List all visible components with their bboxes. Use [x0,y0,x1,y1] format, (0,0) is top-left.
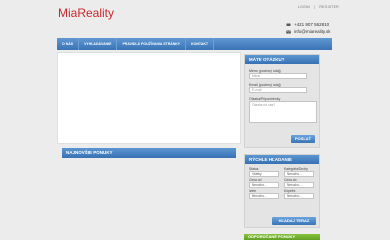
contact-form-title: MÁTE OTÁZKU? [245,55,319,64]
status-select[interactable]: Všetky [249,171,279,177]
nav-item-contact[interactable]: KONTAKT [186,38,214,50]
search-now-button[interactable]: HĽADAJ TERAZ [272,217,316,225]
price-from-field: Cena od Nerozho... [249,178,280,188]
login-link[interactable]: LOGIN [298,5,310,9]
email-address[interactable]: info@miareality.sk [294,28,331,35]
main-nav: O NÁS VYHĽADÁVANIE PRAVIDLÁ POUŽÍVANIA S… [57,38,332,50]
quick-search-box: RÝCHLE HĽADANIE Status Všetky Kategória/… [244,154,320,228]
contact-info: +421 907 562810 info@miareality.sk [286,21,331,35]
quick-search-title: RÝCHLE HĽADANIE [245,155,319,164]
phone-row: +421 907 562810 [286,21,331,28]
phone-number: +421 907 562810 [294,22,330,27]
top-links: LOGIN | REGISTER [298,5,342,9]
category-field: Kategória/Druhy Nerozho... [284,167,315,177]
status-field: Status Všetky [249,167,280,177]
register-link[interactable]: REGISTER [319,5,339,9]
price-from-select[interactable]: Nerozho... [249,182,279,188]
divider: | [314,5,316,9]
mail-icon [286,29,291,33]
latest-offers-header: NAJNOVŠIE PONUKY [62,148,236,158]
phone-icon [286,23,291,26]
contact-form-box: MÁTE OTÁZKU? Meno (povinný údaj) Meno Em… [244,54,320,148]
site-logo[interactable]: MiaReality [58,6,114,20]
main-content-area [57,52,241,144]
send-button[interactable]: POSLAŤ [291,135,315,143]
price-to-field: Cena do Nerozho... [284,178,315,188]
rooms-select[interactable]: Nerozho... [249,193,279,199]
category-select[interactable]: Nerozho... [284,171,314,177]
nav-item-rules[interactable]: PRAVIDLÁ POUŽÍVANIA STRÁNKY [117,38,187,50]
question-textarea[interactable]: Otázka na nás? [249,101,317,123]
bathrooms-field: Kúpeľní Nerozho... [284,189,315,199]
recommended-offers-header: ODPORÚČANÉ PONUKY [244,234,320,240]
nav-item-about[interactable]: O NÁS [57,38,80,50]
nav-item-search[interactable]: VYHĽADÁVANIE [79,38,118,50]
price-to-select[interactable]: Nerozho... [284,182,314,188]
email-row: info@miareality.sk [286,28,331,35]
quick-search-grid: Status Všetky Kategória/Druhy Nerozho...… [245,164,319,199]
bathrooms-select[interactable]: Nerozho... [284,193,314,199]
rooms-field: Izieb Nerozho... [249,189,280,199]
